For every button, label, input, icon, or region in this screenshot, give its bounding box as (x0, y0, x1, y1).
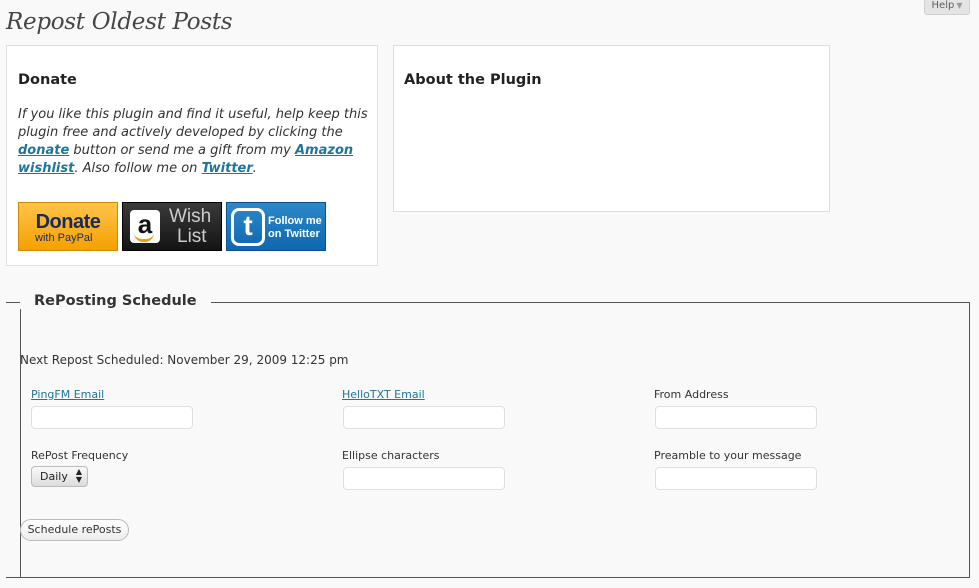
twitter-on-text: on Twitter (268, 228, 320, 240)
pingfm-email-input[interactable] (31, 406, 193, 429)
schedule-legend: RePosting Schedule (20, 293, 211, 309)
donate-text-1: If you like this plugin and find it usef… (18, 107, 368, 140)
repost-frequency-label: RePost Frequency (31, 449, 129, 462)
fieldset-left-border (20, 303, 21, 578)
donate-text-3: . Also follow me on (74, 161, 202, 176)
amazon-wishlist-button[interactable]: a Wish List (122, 202, 222, 251)
from-address-input[interactable] (655, 406, 817, 429)
select-arrows-icon: ▲ ▼ (75, 467, 82, 484)
ellipse-characters-label: Ellipse characters (342, 449, 440, 462)
donate-text-4: . (252, 161, 257, 176)
reposting-schedule-fieldset: RePosting Schedule Next Repost Scheduled… (6, 293, 970, 578)
donate-text-2: button or send me a gift from my (69, 143, 295, 158)
donate-link[interactable]: donate (18, 143, 69, 158)
donate-paypal-button[interactable]: Donate with PayPal (18, 202, 118, 251)
frequency-value: Daily (40, 470, 68, 483)
help-tab[interactable]: Help ▼ (924, 0, 970, 15)
twitter-follow-button[interactable]: t Follow me on Twitter (226, 202, 326, 251)
preamble-input[interactable] (655, 467, 817, 490)
paypal-donate-text: Donate (35, 211, 101, 233)
amazon-list-text: List (177, 226, 207, 247)
donate-panel: Donate If you like this plugin and find … (6, 45, 378, 266)
help-label: Help (931, 0, 955, 11)
about-heading: About the Plugin (404, 72, 542, 88)
amazon-wish-text: Wish (169, 206, 212, 227)
repost-frequency-select[interactable]: Daily ▲ ▼ (31, 466, 88, 487)
donate-heading: Donate (18, 72, 77, 88)
help-arrow-icon: ▼ (956, 1, 963, 10)
about-panel: About the Plugin (393, 45, 830, 212)
hellotxt-email-input[interactable] (343, 406, 505, 429)
donate-text: If you like this plugin and find it usef… (18, 106, 370, 178)
paypal-small-text: with PayPal (35, 232, 93, 244)
pingfm-email-label[interactable]: PingFM Email (31, 388, 104, 401)
hellotxt-email-label[interactable]: HelloTXT Email (342, 388, 425, 401)
twitter-link[interactable]: Twitter (202, 161, 253, 176)
from-address-label: From Address (654, 388, 729, 401)
schedule-reposts-button[interactable]: Schedule rePosts (20, 519, 129, 541)
preamble-label: Preamble to your message (654, 449, 802, 462)
ellipse-characters-input[interactable] (343, 467, 505, 490)
page-title: Repost Oldest Posts (6, 9, 233, 35)
twitter-follow-text: Follow me (268, 215, 322, 227)
twitter-logo-icon: t (231, 208, 265, 246)
next-repost-info: Next Repost Scheduled: November 29, 2009… (20, 353, 349, 367)
